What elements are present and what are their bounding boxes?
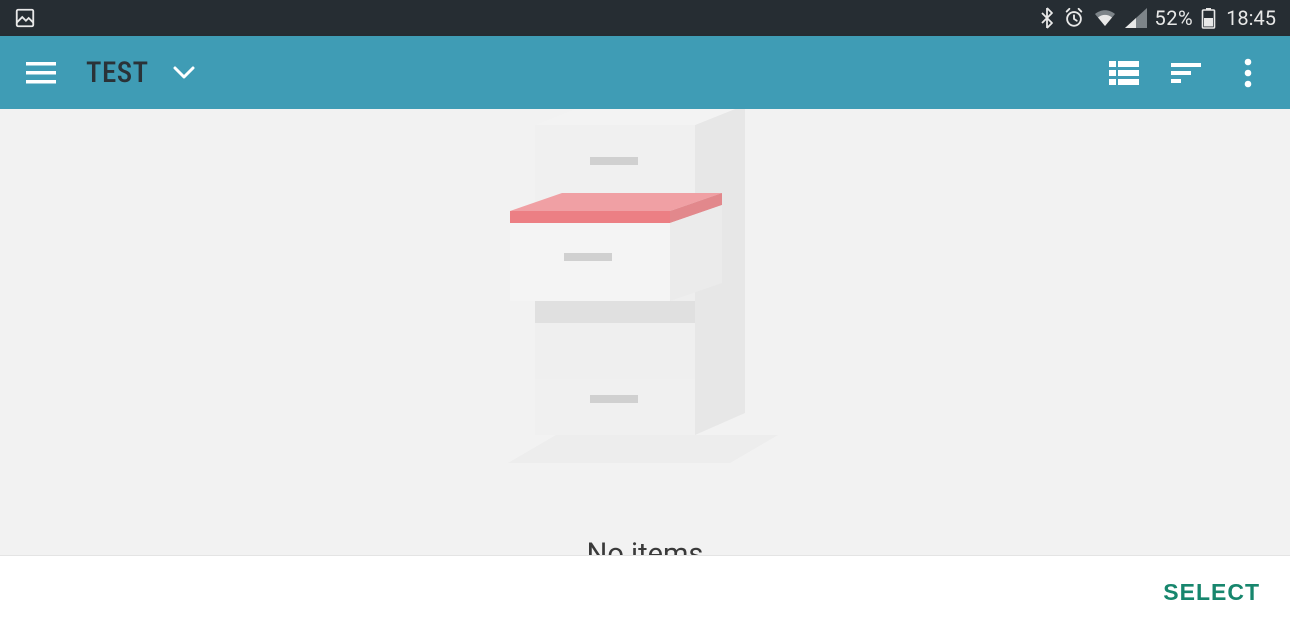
- select-button[interactable]: SELECT: [1163, 579, 1260, 606]
- menu-button[interactable]: [24, 56, 58, 90]
- app-bar: TEST: [0, 36, 1290, 109]
- battery-icon: [1201, 7, 1216, 29]
- view-list-button[interactable]: [1100, 49, 1148, 97]
- bottom-bar: SELECT: [0, 555, 1290, 628]
- cellular-signal-icon: [1125, 8, 1147, 28]
- image-icon: [14, 7, 36, 29]
- alarm-icon: [1063, 7, 1085, 29]
- clock-time: 18:45: [1226, 6, 1276, 30]
- status-bar: 52% 18:45: [0, 0, 1290, 36]
- bluetooth-icon: [1039, 7, 1055, 29]
- empty-state-message: No items: [587, 537, 704, 555]
- battery-percent: 52%: [1155, 6, 1194, 30]
- title-dropdown[interactable]: [173, 66, 195, 80]
- empty-cabinet-icon: [490, 109, 800, 509]
- main-content: No items: [0, 109, 1290, 555]
- app-title: TEST: [86, 56, 149, 90]
- wifi-icon: [1093, 8, 1117, 28]
- sort-button[interactable]: [1162, 49, 1210, 97]
- overflow-menu-button[interactable]: [1224, 49, 1272, 97]
